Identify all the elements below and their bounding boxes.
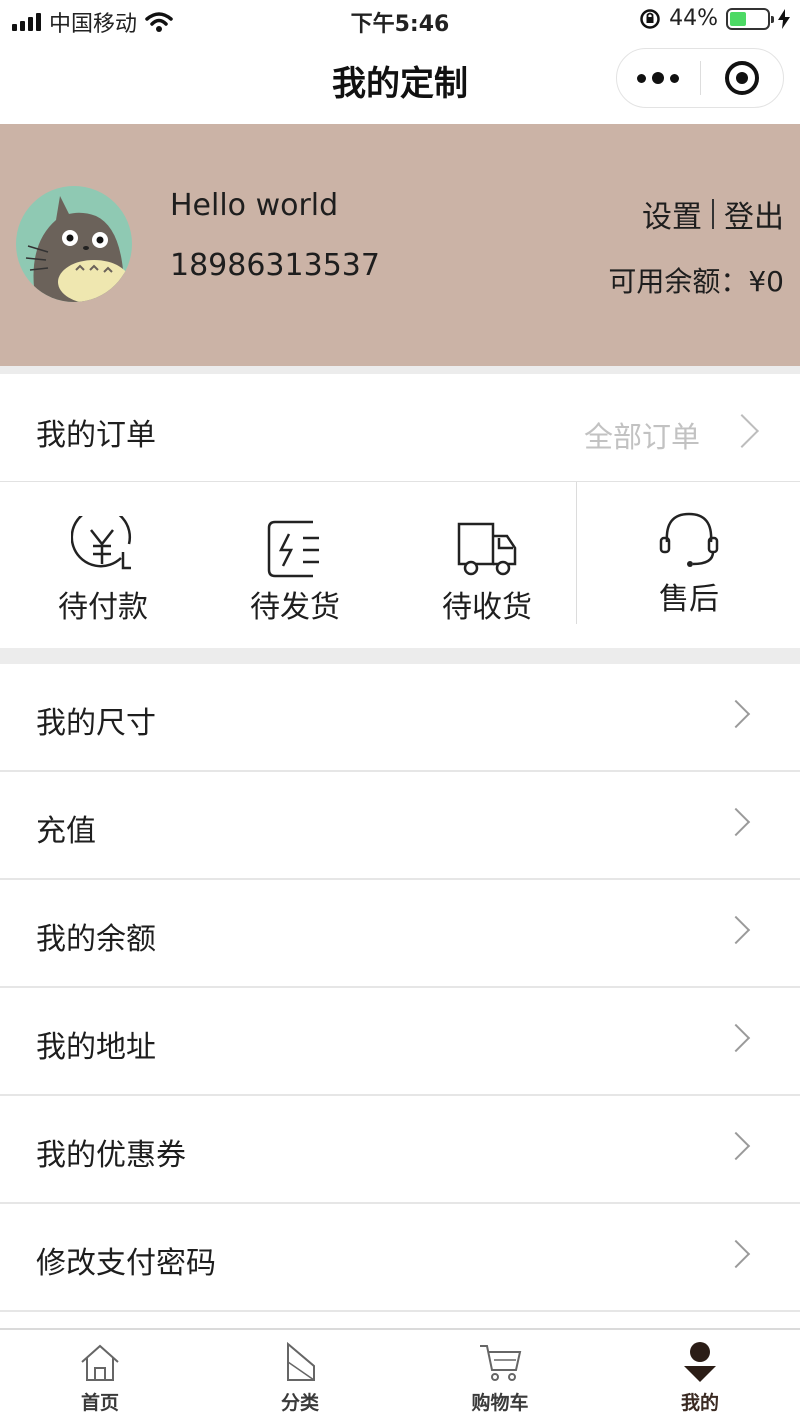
available-balance: 可用余额：¥0 — [608, 265, 784, 298]
section-gap — [0, 366, 800, 374]
chevron-right-icon — [721, 699, 751, 729]
menu-item-label: 我的余额 — [36, 922, 156, 957]
cart-icon — [480, 1345, 522, 1381]
phone-number: 18986313537 — [170, 248, 380, 283]
chevron-right-icon — [721, 1023, 751, 1053]
menu-item-my-address[interactable]: 我的地址 — [0, 988, 800, 1096]
all-orders-link[interactable]: 全部订单 — [584, 414, 700, 456]
menu-item-change-payment-password[interactable]: 修改支付密码 — [0, 1204, 800, 1312]
target-icon — [724, 61, 759, 95]
tab-cart[interactable]: 购物车 — [400, 1330, 600, 1422]
shipment-icon — [267, 520, 319, 578]
profile-header: Hello world 18986313537 设置 登出 可用余额：¥0 — [0, 124, 800, 366]
order-status-after-sales[interactable]: 售后 — [594, 474, 784, 640]
yuan-clock-icon — [71, 516, 131, 570]
tab-home[interactable]: 首页 — [0, 1330, 200, 1422]
profile-icon — [684, 1342, 716, 1382]
menu-item-recharge[interactable]: 充值 — [0, 772, 800, 880]
order-status-label: 待收货 — [442, 590, 532, 625]
more-button[interactable] — [617, 48, 700, 108]
tab-mine[interactable]: 我的 — [600, 1330, 800, 1422]
chevron-right-icon — [721, 1131, 751, 1161]
tab-label: 我的 — [680, 1392, 719, 1414]
headset-icon — [659, 512, 719, 567]
menu-item-label: 我的优惠券 — [36, 1138, 186, 1173]
my-orders-header[interactable]: 我的订单 全部订单 — [0, 374, 800, 482]
chevron-right-icon — [721, 1239, 751, 1269]
link-separator — [712, 199, 714, 229]
menu-item-my-size[interactable]: 我的尺寸 — [0, 664, 800, 772]
mini-program-capsule — [616, 48, 784, 108]
tab-label: 首页 — [80, 1392, 119, 1414]
settings-link[interactable]: 设置 — [642, 192, 702, 236]
close-button[interactable] — [701, 48, 784, 108]
order-status-label: 售后 — [659, 582, 719, 617]
section-gap — [0, 648, 800, 664]
status-right: 44% — [639, 6, 790, 31]
order-status-to-receive[interactable]: 待收货 — [392, 482, 582, 648]
order-status-label: 待发货 — [250, 590, 340, 625]
order-status-to-ship[interactable]: 待发货 — [200, 482, 390, 648]
home-icon — [81, 1344, 119, 1381]
truck-icon — [457, 522, 517, 576]
battery-percent: 44% — [669, 6, 718, 31]
menu-item-label: 修改支付密码 — [36, 1246, 216, 1281]
menu-item-my-balance[interactable]: 我的余额 — [0, 880, 800, 988]
order-status-pending-payment[interactable]: 待付款 — [8, 482, 198, 648]
order-status-label: 待付款 — [58, 590, 148, 625]
status-bar: 中国移动 下午5:46 44% — [0, 0, 800, 40]
tab-label: 购物车 — [471, 1392, 529, 1414]
logout-link[interactable]: 登出 — [724, 192, 784, 236]
nav-bar: 我的定制 — [0, 40, 800, 124]
status-divider — [576, 482, 577, 624]
menu-item-label: 充值 — [36, 814, 96, 849]
tab-label: 分类 — [280, 1392, 319, 1414]
charging-icon — [778, 8, 790, 29]
menu-item-label: 我的尺寸 — [36, 706, 156, 741]
account-links: 设置 登出 — [642, 192, 784, 236]
my-orders-title: 我的订单 — [36, 418, 156, 453]
category-icon — [287, 1341, 315, 1381]
tab-bar: 首页 分类 购物车 我的 — [0, 1328, 800, 1422]
battery-icon — [726, 7, 774, 30]
tab-category[interactable]: 分类 — [200, 1330, 400, 1422]
avatar[interactable] — [16, 186, 132, 302]
menu-item-my-coupons[interactable]: 我的优惠券 — [0, 1096, 800, 1204]
settings-menu: 我的尺寸 充值 我的余额 我的地址 我的优惠券 修改支付密码 — [0, 664, 800, 1312]
chevron-right-icon — [721, 915, 751, 945]
chevron-right-icon — [725, 414, 759, 448]
chevron-right-icon — [721, 807, 751, 837]
order-status-row: 待付款 待发货 待收货 售后 — [0, 482, 800, 648]
menu-item-label: 我的地址 — [36, 1030, 156, 1065]
rotation-lock-icon — [640, 8, 660, 29]
username: Hello world — [170, 188, 339, 223]
